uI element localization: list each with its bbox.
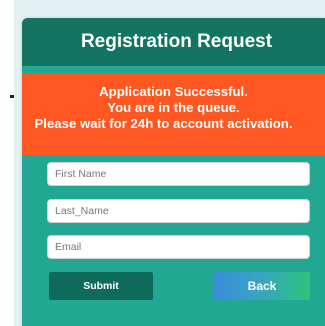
page-title: Registration Request bbox=[80, 31, 273, 52]
email-field[interactable] bbox=[47, 235, 310, 259]
page-margin bbox=[0, 0, 14, 326]
alert-wait-message: Please wait for 24h to account activatio… bbox=[34, 116, 293, 131]
submit-button[interactable]: Submit bbox=[49, 272, 153, 300]
bullet-mark bbox=[10, 95, 14, 98]
card-header: Registration Request bbox=[22, 18, 325, 66]
alert-queue-message: You are in the queue. bbox=[107, 100, 240, 115]
alert-title: Application Successful. bbox=[99, 84, 248, 99]
first-name-field[interactable] bbox=[47, 162, 310, 186]
back-button[interactable]: Back bbox=[214, 272, 310, 300]
last-name-field[interactable] bbox=[47, 199, 310, 223]
registration-card: Registration Request Application Success… bbox=[22, 18, 325, 326]
success-alert: Application Successful. You are in the q… bbox=[22, 74, 325, 155]
